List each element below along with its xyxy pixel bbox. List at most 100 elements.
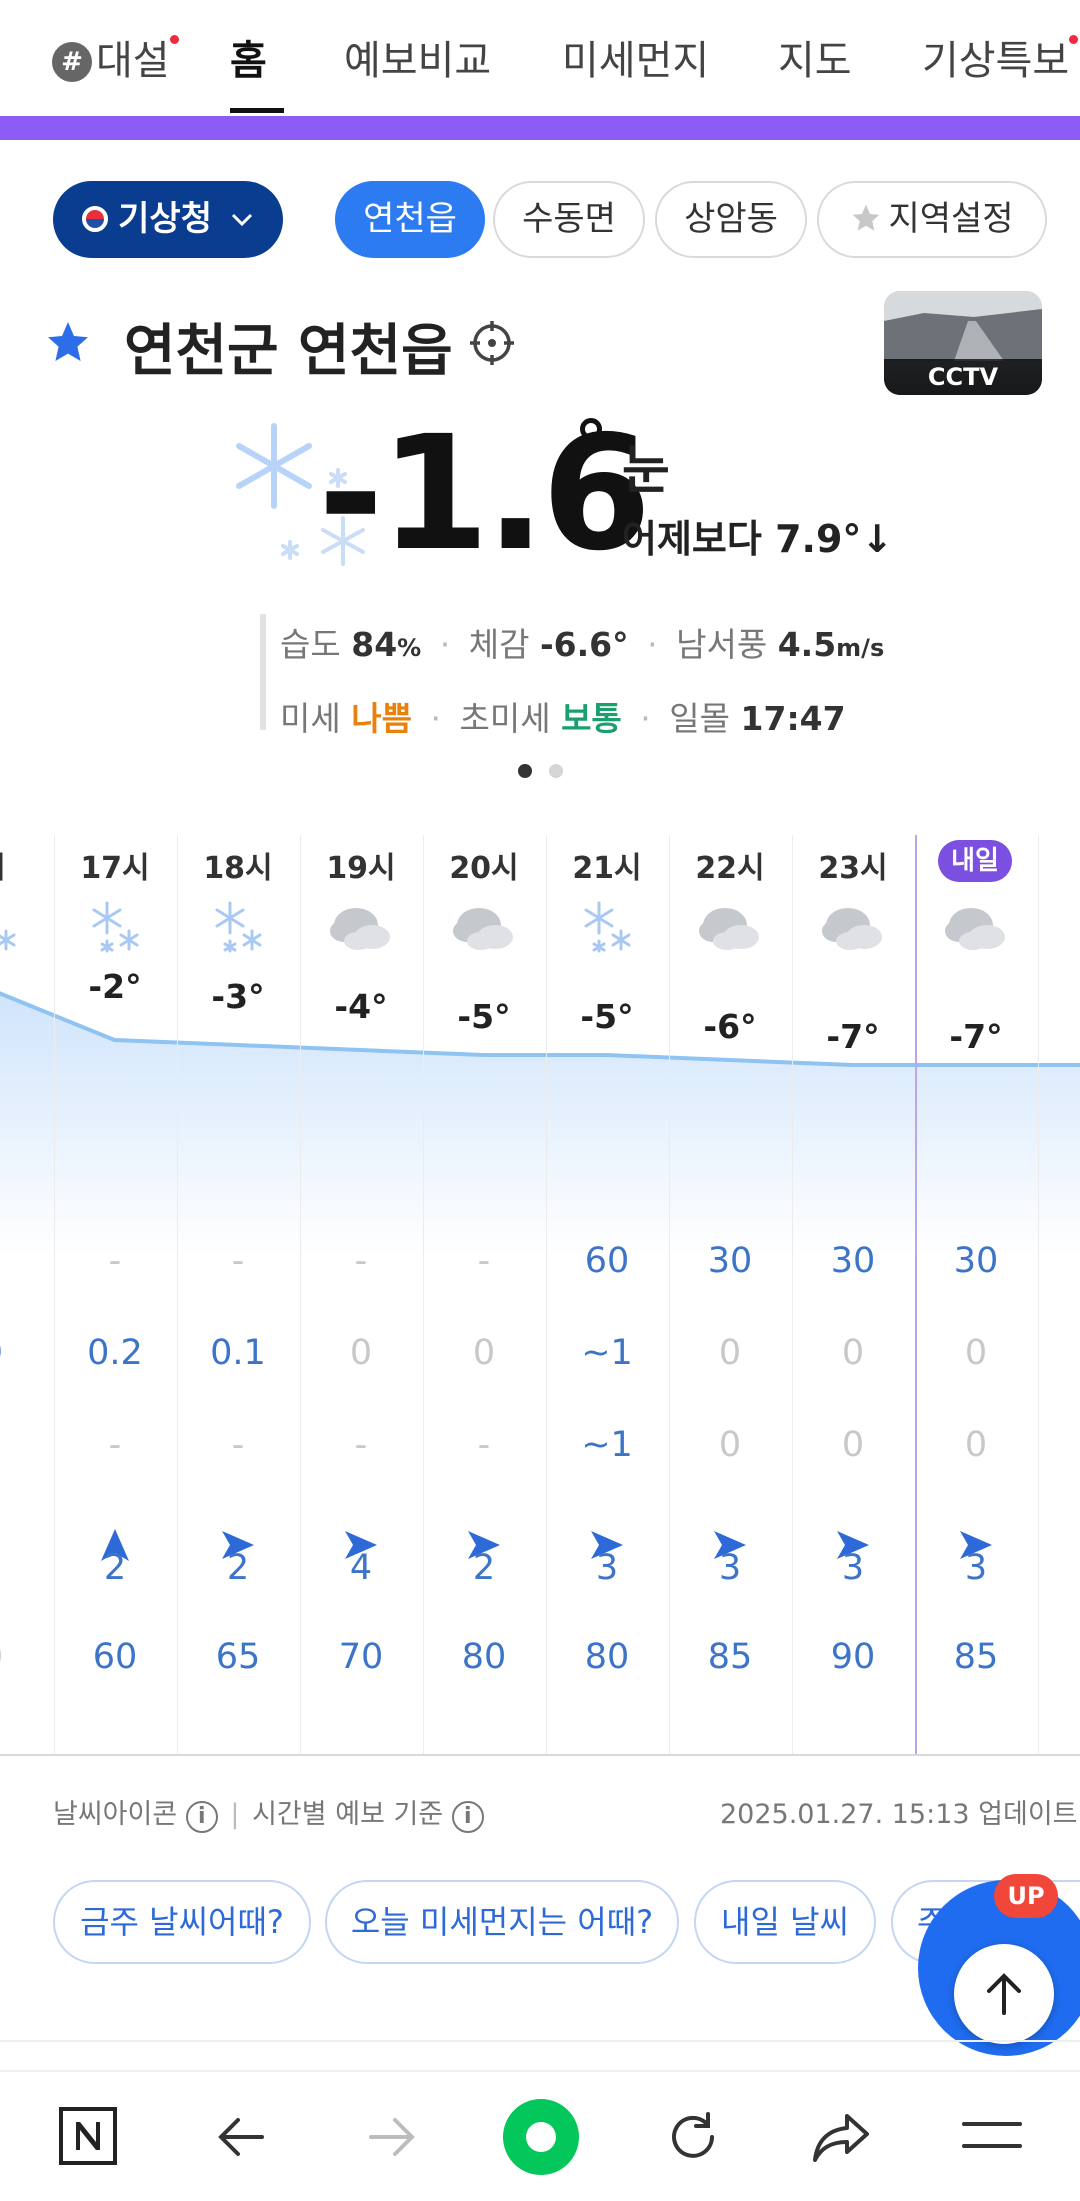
hourly-temperature: -4° (334, 987, 388, 1026)
separator: | (230, 1799, 240, 1830)
suggestion-tomorrow[interactable]: 내일 날씨 (694, 1880, 876, 1964)
precip-amount: 0 (349, 1333, 373, 1373)
hour-label: 17시 (80, 851, 150, 886)
wind-value: 4.5 (777, 625, 837, 664)
precip-amount: 0.2 (87, 1333, 143, 1373)
tab-home[interactable]: 홈 (230, 28, 267, 86)
hourly-temperature: -7° (826, 1017, 880, 1056)
region-setting-button[interactable]: 지역설정 (817, 181, 1047, 258)
precip-probability: 30 (707, 1241, 753, 1281)
separator: · (439, 625, 451, 664)
hourly-humidity: 80 (461, 1637, 507, 1677)
snow-amount: 0 (841, 1425, 865, 1465)
feels-like-label: 체감 (468, 625, 530, 664)
precip-probability: - (108, 1241, 122, 1281)
new-dot-icon (1069, 35, 1079, 44)
snow-amount: 0 (964, 1425, 988, 1465)
favorite-star-icon[interactable] (44, 318, 92, 366)
naver-n-icon (59, 2107, 117, 2165)
kma-logo-icon (82, 206, 109, 232)
wind-speed: 3 (595, 1548, 619, 1588)
separator: · (430, 699, 441, 738)
hourly-temperature: -7° (949, 1017, 1003, 1056)
tab-fine-dust[interactable]: 미세먼지 (562, 28, 709, 86)
precip-amount: 0 (718, 1333, 742, 1373)
precip-amount: 0 (472, 1333, 496, 1373)
current-condition: 눈 (622, 441, 670, 501)
green-dot-button[interactable] (491, 2072, 591, 2201)
fine-dust-value[interactable]: 나쁨 (351, 699, 412, 738)
precip-amount: 0 (964, 1333, 988, 1373)
wind-speed: 4 (349, 1548, 373, 1588)
precip-amount: ~1 (581, 1333, 633, 1373)
tab-label: 대설 (96, 38, 170, 84)
tab-label: 기상특보 (922, 38, 1070, 84)
wind-speed: 3 (718, 1548, 742, 1588)
cloud-icon (422, 897, 546, 967)
tab-forecast-compare[interactable]: 예보비교 (344, 28, 491, 86)
hourly-temperature: -5° (457, 997, 511, 1036)
snow-amount: - (354, 1425, 368, 1465)
tab-weather-warning[interactable]: 기상특보 (922, 28, 1079, 86)
menu-button[interactable] (942, 2072, 1042, 2201)
precip-probability: - (231, 1241, 245, 1281)
hour-label: 21시 (572, 851, 642, 886)
forecast-basis-label[interactable]: 시간별 예보 기준 (252, 1799, 443, 1830)
hourly-forecast[interactable]: 시°9017시-2°-0.2-60218시-3°-0.1-65219시-4°-0… (0, 835, 1080, 1755)
precip-probability: 30 (830, 1241, 876, 1281)
hourly-bottom-border (0, 1754, 1080, 1756)
browser-bottom-bar (0, 2070, 1080, 2199)
snow-amount: - (231, 1425, 245, 1465)
arrow-right-icon (369, 2118, 415, 2156)
hourly-humidity: 70 (338, 1637, 384, 1677)
top-nav: # 대설 홈 예보비교 미세먼지 지도 기상특보 (0, 0, 1080, 114)
naver-home-button[interactable] (38, 2072, 138, 2201)
tomorrow-badge: 내일 (938, 840, 1012, 882)
accent-bar (0, 116, 1080, 140)
share-button[interactable] (793, 2072, 893, 2201)
suggestion-this-week[interactable]: 금주 날씨어때? (53, 1880, 311, 1964)
hour-label: 19시 (326, 851, 396, 886)
hourly-humidity: 85 (953, 1637, 999, 1677)
cloud-icon (791, 897, 915, 967)
up-badge: UP (994, 1874, 1058, 1918)
refresh-button[interactable] (642, 2072, 742, 2201)
refresh-icon (672, 2112, 714, 2158)
region-setting-label: 지역설정 (888, 199, 1014, 239)
wind-speed: 2 (226, 1548, 250, 1588)
back-button[interactable] (190, 2072, 290, 2201)
tab-map[interactable]: 지도 (778, 28, 852, 86)
suggestion-fine-dust[interactable]: 오늘 미세먼지는 어때? (325, 1880, 679, 1964)
tab-heavy-snow[interactable]: # 대설 (52, 28, 179, 86)
share-icon (813, 2114, 869, 2162)
location-chip-sudong[interactable]: 수동면 (493, 181, 645, 258)
location-chip-sangam[interactable]: 상암동 (655, 181, 807, 258)
sunset-value: 17:47 (740, 699, 846, 738)
provider-dropdown[interactable]: 기상청 (53, 181, 283, 258)
wind-speed: 3 (841, 1548, 865, 1588)
weather-icon-info-label[interactable]: 날씨아이콘 (53, 1799, 177, 1830)
page-dot-active[interactable] (518, 764, 532, 778)
cloud-icon (299, 897, 423, 967)
location-chip-yeoncheon[interactable]: 연천읍 (335, 181, 485, 258)
cctv-thumbnail[interactable]: CCTV (884, 291, 1042, 395)
snow-amount: ~1 (581, 1425, 633, 1465)
hamburger-menu-icon (962, 2122, 1022, 2148)
arrow-left-icon (218, 2118, 264, 2156)
chevron-down-icon (231, 213, 252, 227)
hourly-humidity: 80 (584, 1637, 630, 1677)
wind-label: 남서풍 (676, 625, 768, 664)
info-icon[interactable]: i (451, 1801, 484, 1833)
snow-icon (176, 897, 300, 967)
current-location-icon[interactable] (468, 319, 516, 367)
scroll-top-button[interactable] (954, 1944, 1054, 2044)
info-icon[interactable]: i (185, 1801, 218, 1833)
hourly-temperature: ° (0, 893, 54, 932)
divider (0, 2040, 1080, 2042)
forward-button[interactable] (341, 2072, 441, 2201)
page-dot[interactable] (549, 764, 563, 778)
hourly-temperature: -3° (211, 977, 265, 1016)
snow-icon (545, 897, 669, 967)
ultrafine-dust-value[interactable]: 보통 (561, 699, 622, 738)
snow-icon (53, 897, 177, 967)
